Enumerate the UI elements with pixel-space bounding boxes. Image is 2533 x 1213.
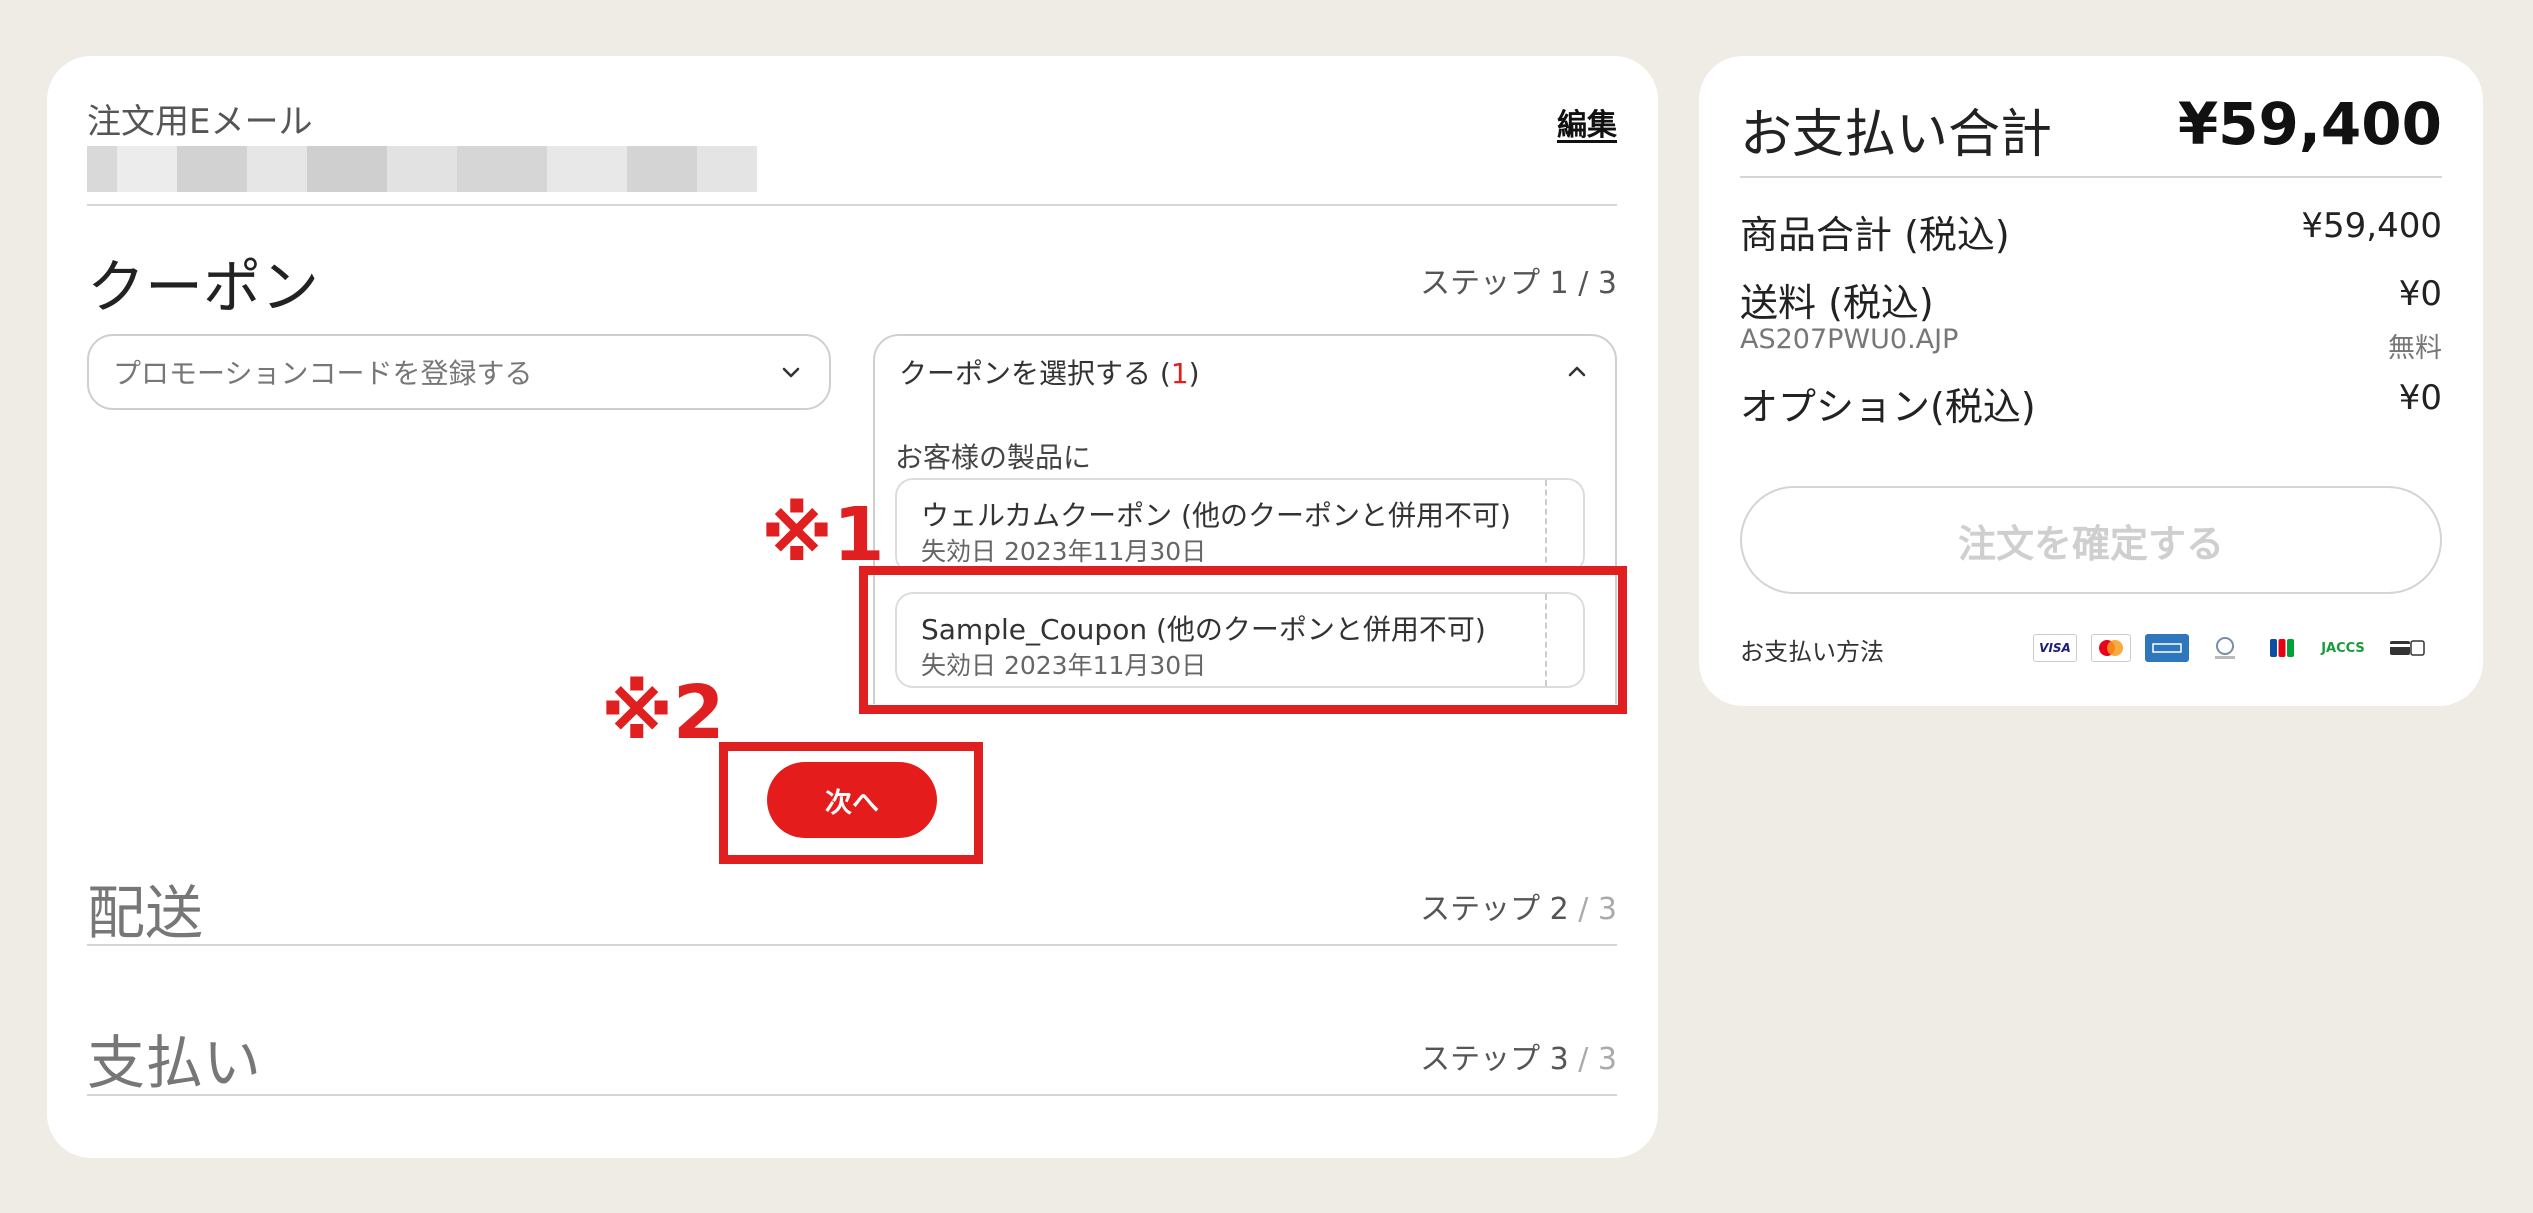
total-value: ¥59,400 <box>2177 90 2442 158</box>
coupon-count: 1 <box>1170 357 1189 390</box>
step-current: ステップ 2 <box>1420 892 1569 927</box>
product-code: AS207PWU0.AJP <box>1740 324 1959 355</box>
step-total: / 3 <box>1568 1042 1617 1077</box>
confirm-order-button[interactable]: 注文を確定する <box>1740 486 2442 594</box>
subtotal-label: 商品合計 (税込) <box>1740 213 2010 257</box>
shipping-section-title: 配送 <box>87 879 204 947</box>
card-icon <box>2387 634 2427 662</box>
shipping-free-badge: 無料 <box>2388 333 2442 364</box>
annotation-mark-1: ※1 <box>761 492 885 578</box>
shipping-fee-label: 送料 (税込) <box>1740 281 1934 325</box>
coupon-step-indicator: ステップ 1 / 3 <box>1420 258 1617 302</box>
coupon-expiry: 失効日 2023年11月30日 <box>921 537 1207 566</box>
coupon-section-title: クーポン <box>87 253 320 321</box>
promo-code-dropdown[interactable]: プロモーションコードを登録する <box>87 334 831 410</box>
annotation-highlight-2 <box>719 742 983 864</box>
edit-email-link[interactable]: 編集 <box>1557 100 1617 144</box>
coupon-select-dropdown[interactable]: クーポンを選択する (1) <box>873 334 1617 410</box>
subtotal-value: ¥59,400 <box>2301 206 2442 246</box>
shipping-divider <box>87 944 1617 946</box>
annotation-highlight-1 <box>859 566 1627 714</box>
coupon-name: ウェルカムクーポン (他のクーポンと併用不可) <box>921 499 1511 532</box>
coupon-stub <box>1545 480 1583 572</box>
coupon-select-label: クーポンを選択する (1) <box>899 352 1563 392</box>
payment-divider <box>87 1094 1617 1096</box>
chevron-down-icon <box>777 358 805 386</box>
payment-section-title: 支払い <box>87 1029 262 1097</box>
payment-methods-label: お支払い方法 <box>1740 638 1884 666</box>
email-value-blurred <box>87 146 757 192</box>
coupon-select-close: ) <box>1188 357 1200 390</box>
jaccs-icon: JACCS <box>2321 640 2365 656</box>
mastercard-icon <box>2091 634 2131 662</box>
promo-code-placeholder: プロモーションコードを登録する <box>113 357 533 390</box>
coupon-list-label: お客様の製品に <box>895 441 1092 474</box>
option-value: ¥0 <box>2398 378 2442 418</box>
chevron-up-icon <box>1563 358 1591 386</box>
visa-icon: VISA <box>2033 634 2077 662</box>
order-summary-panel: お支払い合計 ¥59,400 商品合計 (税込) ¥59,400 送料 (税込)… <box>1699 56 2483 706</box>
step-total: / 3 <box>1568 892 1617 927</box>
total-label: お支払い合計 <box>1740 105 2053 165</box>
coupon-card-welcome[interactable]: ウェルカムクーポン (他のクーポンと併用不可) 失効日 2023年11月30日 <box>895 478 1585 574</box>
shipping-fee-value: ¥0 <box>2398 274 2442 314</box>
summary-divider <box>1740 176 2442 178</box>
step-total: / 3 <box>1568 266 1617 301</box>
email-divider <box>87 204 1617 206</box>
option-label: オプション(税込) <box>1740 385 2036 429</box>
step-current: ステップ 1 <box>1420 266 1569 301</box>
step-current: ステップ 3 <box>1420 1042 1569 1077</box>
payment-step-indicator: ステップ 3 / 3 <box>1420 1034 1617 1078</box>
email-label: 注文用Eメール <box>87 102 313 142</box>
checkout-panel: 注文用Eメール 編集 クーポン ステップ 1 / 3 プロモーションコードを登録… <box>47 56 1658 1158</box>
diners-icon <box>2205 634 2245 662</box>
coupon-select-text: クーポンを選択する ( <box>899 357 1171 390</box>
shipping-step-indicator: ステップ 2 / 3 <box>1420 884 1617 928</box>
jcb-icon <box>2265 634 2299 662</box>
annotation-mark-2: ※2 <box>601 670 725 756</box>
amex-icon <box>2145 634 2189 662</box>
